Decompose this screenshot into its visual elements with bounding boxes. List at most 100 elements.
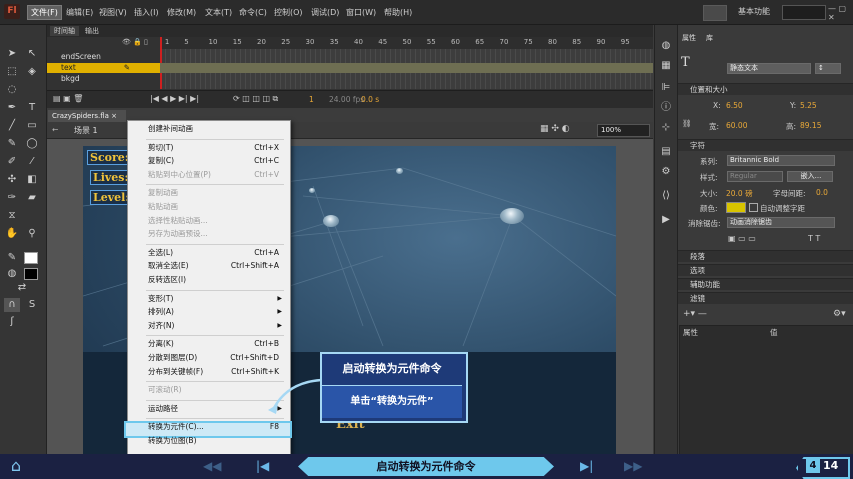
color-panel-icon[interactable]: ◍ [658, 39, 674, 53]
fill-color-icon[interactable]: ◍ [4, 267, 20, 281]
pen-tool-icon[interactable]: ✒ [4, 101, 20, 115]
section-title[interactable]: 选项 [678, 266, 705, 275]
free-transform-tool-icon[interactable]: ⬚ [4, 65, 20, 79]
components-icon[interactable]: ⚙ [658, 165, 674, 179]
fill-color-swatch[interactable] [24, 268, 38, 280]
gradient-transform-tool-icon[interactable]: ◈ [24, 65, 40, 79]
layer-row[interactable]: text ✎ [47, 63, 160, 73]
new-layer-icon[interactable]: ▤ ▣ 🗑 [53, 94, 83, 103]
hand-tool-icon[interactable]: ✋ [4, 227, 20, 241]
stroke-color-swatch[interactable] [24, 252, 38, 264]
oval-tool-icon[interactable]: ◯ [24, 137, 40, 151]
menu-item[interactable]: 修改(M) [164, 6, 199, 19]
window-controls[interactable]: — ▢ ✕ [828, 4, 853, 22]
next-page-icon[interactable]: ▶| [580, 459, 593, 473]
text-color-swatch[interactable] [726, 202, 746, 213]
spacing-value[interactable]: 0.0 [816, 188, 828, 197]
section-title[interactable]: 辅助功能 [678, 280, 720, 289]
context-menu-item[interactable]: 剪切(T) Ctrl+X [148, 142, 284, 154]
help-search-input[interactable] [782, 5, 826, 20]
layer-row[interactable]: endScreen [47, 52, 160, 62]
tab-properties[interactable]: 属性 [682, 33, 696, 43]
context-menu-item[interactable]: 分散到图层(D) Ctrl+Shift+D [148, 352, 284, 364]
pencil-tool-icon[interactable]: ✎ [4, 137, 20, 151]
zoom-tool-icon[interactable]: ⚲ [24, 227, 40, 241]
previous-page-icon[interactable]: |◀ [256, 459, 269, 473]
context-menu-item[interactable]: 复制(C) Ctrl+C [148, 155, 284, 167]
tab-library[interactable]: 库 [706, 33, 713, 43]
bone-tool-icon[interactable]: ✣ [4, 173, 20, 187]
straighten-icon[interactable]: ʃ [4, 315, 20, 329]
stroke-color-icon[interactable]: ✎ [4, 251, 20, 265]
filter-options-icon[interactable]: ⚙▾ [833, 309, 846, 319]
menu-item[interactable]: 视图(V) [96, 6, 130, 19]
swatches-icon[interactable]: ▦ [658, 59, 674, 73]
spray-tool-icon[interactable]: ⁄ [24, 155, 40, 169]
eyedropper-tool-icon[interactable]: ✑ [4, 191, 20, 205]
workspace-toggle-button[interactable] [703, 5, 727, 21]
swap-colors-icon[interactable]: ⇄ [14, 281, 30, 295]
selected-frames-row[interactable] [160, 63, 653, 73]
width-value[interactable]: 60.00 [726, 121, 747, 130]
context-menu-item[interactable]: 创建补间动画 [148, 123, 284, 135]
menu-item[interactable]: 命令(C) [236, 6, 270, 19]
snap-magnet-icon[interactable]: ∩ [4, 298, 20, 312]
text-type-select[interactable]: 静态文本 [727, 63, 811, 74]
menu-item[interactable]: 控制(O) [271, 6, 306, 19]
context-menu-item[interactable]: 反转选区(I) [148, 274, 284, 286]
home-icon[interactable]: ⌂ [4, 456, 28, 476]
menu-item[interactable]: 编辑(E) [63, 6, 96, 19]
smooth-icon[interactable]: S [24, 298, 40, 312]
workspace-label[interactable]: 基本功能 [738, 6, 770, 17]
context-menu-item[interactable]: 运动路径 ▶ [148, 403, 284, 415]
paint-bucket-icon[interactable]: ◧ [24, 173, 40, 187]
menu-item[interactable]: 文件(F) [27, 5, 62, 20]
antialias-select[interactable]: 动画消除锯齿 [727, 217, 835, 228]
superscript-icons[interactable]: T T [808, 234, 820, 243]
context-menu-item[interactable]: 取消全选(E) Ctrl+Shift+A [148, 260, 284, 272]
layer-visibility-icons[interactable]: 👁 🔒 ▯ [122, 38, 148, 46]
context-menu-item[interactable]: 分离(K) Ctrl+B [148, 338, 284, 350]
score-label[interactable]: Score: [87, 150, 132, 165]
font-style-select[interactable]: Regular [727, 171, 783, 182]
link-icon[interactable]: ⛓ [682, 119, 692, 128]
convert-to-symbol-menu-item[interactable]: 转换为元件(C)... F8 [148, 421, 284, 433]
brush-tool-icon[interactable]: ✐ [4, 155, 20, 169]
text-tool-icon[interactable]: T [24, 101, 40, 115]
motion-presets-icon[interactable]: ▶ [658, 213, 674, 227]
tab-output[interactable]: 输出 [81, 26, 103, 36]
section-title[interactable]: 位置和大小 [678, 85, 728, 94]
section-title[interactable]: 字符 [678, 141, 705, 150]
width-tool-icon[interactable]: ⧖ [4, 209, 20, 223]
height-value[interactable]: 89.15 [800, 121, 821, 130]
first-page-icon[interactable]: ◀◀ [203, 459, 221, 473]
size-value[interactable]: 20.0 磅 [726, 188, 753, 199]
menu-item[interactable]: 插入(I) [131, 6, 162, 19]
menu-item[interactable]: 调试(D) [308, 6, 342, 19]
rectangle-tool-icon[interactable]: ▭ [24, 119, 40, 133]
onion-skin-icon[interactable]: ⟳ ◫ ◫ ◫ ⧉ [233, 94, 278, 104]
text-format-icons[interactable]: ▣ ▭ ▭ [728, 234, 756, 243]
context-menu-item[interactable]: 分布到关键帧(F) Ctrl+Shift+K [148, 366, 284, 378]
context-menu-item[interactable]: 对齐(N) ▶ [148, 320, 284, 332]
subselection-tool-icon[interactable]: ↖ [24, 47, 40, 61]
info-icon[interactable]: ⓘ [658, 101, 674, 115]
last-page-icon[interactable]: ▶▶ [624, 459, 642, 473]
x-value[interactable]: 6.50 [726, 101, 743, 110]
history-icon[interactable]: ▤ [658, 145, 674, 159]
menu-item[interactable]: 帮助(H) [381, 6, 415, 19]
document-tab[interactable]: CrazySpiders.fla × [48, 110, 126, 122]
menu-item[interactable]: 文本(T) [202, 6, 235, 19]
menu-item[interactable]: 窗口(W) [343, 6, 379, 19]
context-menu-item[interactable]: 排列(A) ▶ [148, 306, 284, 318]
y-value[interactable]: 5.25 [800, 101, 817, 110]
line-tool-icon[interactable]: ╱ [4, 119, 20, 133]
tab-timeline[interactable]: 时间轴 [50, 26, 79, 36]
lives-label[interactable]: Lives: [90, 170, 132, 185]
close-icon[interactable]: × [111, 112, 117, 120]
section-title[interactable]: 段落 [678, 252, 705, 261]
context-menu-item[interactable]: 变形(T) ▶ [148, 293, 284, 305]
transform-icon[interactable]: ⊹ [658, 121, 674, 135]
context-menu-item[interactable]: 全选(L) Ctrl+A [148, 247, 284, 259]
lasso-tool-icon[interactable]: ◌ [4, 83, 20, 97]
